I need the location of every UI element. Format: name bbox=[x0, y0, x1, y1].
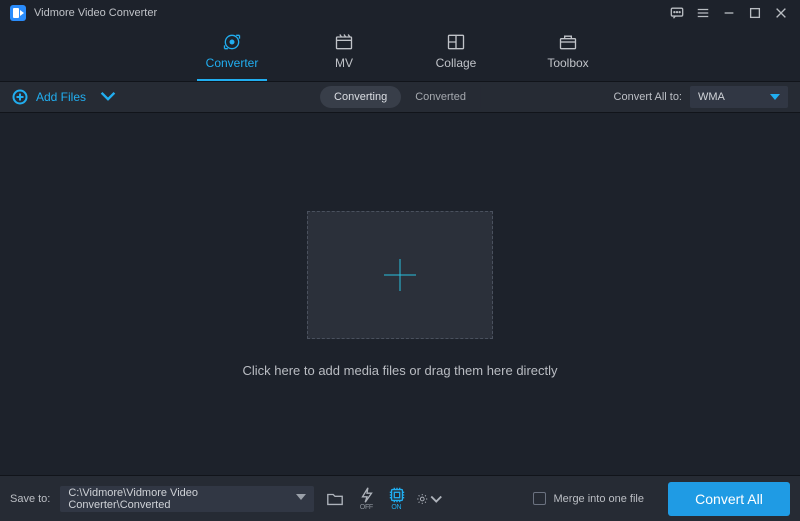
gpu-status: ON bbox=[391, 504, 401, 511]
maximize-button[interactable] bbox=[742, 2, 768, 24]
save-path-dropdown[interactable]: C:\Vidmore\Vidmore Video Converter\Conve… bbox=[60, 486, 314, 512]
app-title: Vidmore Video Converter bbox=[34, 7, 157, 19]
feedback-button[interactable] bbox=[664, 2, 690, 24]
convert-all-label: Convert All bbox=[695, 491, 763, 507]
checkbox-icon bbox=[533, 492, 546, 505]
merge-label: Merge into one file bbox=[554, 493, 645, 505]
settings-button[interactable] bbox=[416, 486, 442, 512]
chevron-down-icon bbox=[430, 490, 443, 508]
converter-icon bbox=[221, 32, 243, 52]
collage-icon bbox=[445, 32, 467, 52]
tab-converter-label: Converter bbox=[206, 56, 259, 70]
tab-collage-label: Collage bbox=[436, 56, 477, 70]
tab-converted[interactable]: Converted bbox=[401, 86, 480, 108]
convert-all-button[interactable]: Convert All bbox=[668, 482, 790, 516]
tab-converted-label: Converted bbox=[415, 91, 466, 103]
status-segmented: Converting Converted bbox=[320, 86, 480, 108]
sub-toolbar: Add Files Converting Converted Convert A… bbox=[0, 81, 800, 113]
folder-icon bbox=[326, 490, 344, 508]
lightning-toggle[interactable]: OFF bbox=[356, 486, 378, 512]
save-to-label: Save to: bbox=[10, 493, 50, 505]
open-folder-button[interactable] bbox=[322, 486, 348, 512]
app-icon bbox=[10, 5, 26, 21]
titlebar: Vidmore Video Converter bbox=[0, 0, 800, 26]
close-button[interactable] bbox=[768, 2, 794, 24]
add-files-label: Add Files bbox=[36, 90, 86, 104]
convert-all-to-label: Convert All to: bbox=[614, 91, 682, 103]
plus-circle-icon bbox=[12, 89, 28, 105]
tab-mv[interactable]: MV bbox=[309, 32, 379, 81]
main-area: Click here to add media files or drag th… bbox=[0, 113, 800, 475]
menu-button[interactable] bbox=[690, 2, 716, 24]
lightning-status: OFF bbox=[360, 504, 373, 511]
mv-icon bbox=[333, 32, 355, 52]
save-path-value: C:\Vidmore\Vidmore Video Converter\Conve… bbox=[68, 487, 296, 511]
chip-icon bbox=[388, 486, 406, 504]
drop-zone[interactable] bbox=[307, 211, 493, 339]
tab-collage[interactable]: Collage bbox=[421, 32, 491, 81]
toolbox-icon bbox=[557, 32, 579, 52]
lightning-icon bbox=[358, 486, 376, 504]
drop-zone-hint: Click here to add media files or drag th… bbox=[242, 363, 557, 378]
bottombar: Save to: C:\Vidmore\Vidmore Video Conver… bbox=[0, 475, 800, 521]
add-files-button[interactable]: Add Files bbox=[12, 88, 116, 107]
tab-converting[interactable]: Converting bbox=[320, 86, 401, 108]
format-select-value: WMA bbox=[698, 91, 725, 103]
chevron-down-icon bbox=[100, 88, 116, 107]
gpu-accel-toggle[interactable]: ON bbox=[386, 486, 408, 512]
format-select[interactable]: WMA bbox=[690, 86, 788, 108]
main-tabs: Converter MV Collage Toolbox bbox=[0, 26, 800, 81]
tab-converting-label: Converting bbox=[334, 91, 387, 103]
plus-icon bbox=[378, 253, 422, 297]
chevron-down-icon bbox=[770, 92, 780, 102]
tab-mv-label: MV bbox=[335, 56, 353, 70]
tab-converter[interactable]: Converter bbox=[197, 32, 267, 81]
tab-toolbox[interactable]: Toolbox bbox=[533, 32, 603, 81]
minimize-button[interactable] bbox=[716, 2, 742, 24]
merge-checkbox[interactable]: Merge into one file bbox=[533, 492, 645, 505]
chevron-down-icon bbox=[296, 492, 306, 505]
gear-icon bbox=[416, 490, 429, 508]
tab-toolbox-label: Toolbox bbox=[547, 56, 588, 70]
